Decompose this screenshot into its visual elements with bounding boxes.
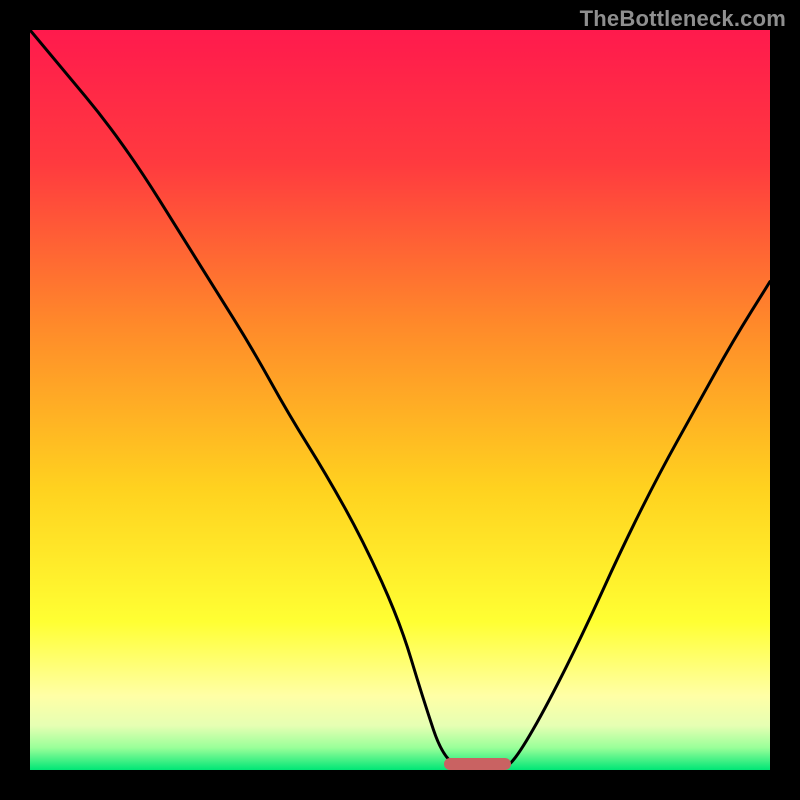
bottleneck-curve	[30, 30, 770, 770]
optimal-range-marker	[444, 758, 511, 770]
watermark-text: TheBottleneck.com	[580, 6, 786, 32]
chart-frame: TheBottleneck.com	[0, 0, 800, 800]
plot-area	[30, 30, 770, 770]
